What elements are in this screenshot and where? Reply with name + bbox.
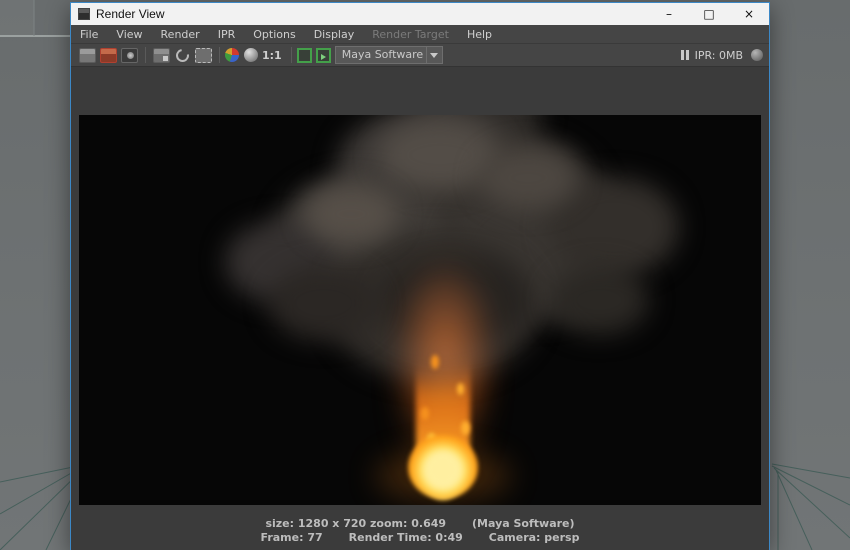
menu-display[interactable]: Display [305,25,364,44]
renderer-dropdown[interactable]: Maya Software [334,46,443,64]
render-status-bar: size: 1280 x 720 zoom: 0.649 (Maya Softw… [71,517,769,544]
toolbar: 1:1 Maya Software IPR: 0MB [71,44,769,67]
toolbar-separator [145,47,146,63]
menu-view[interactable]: View [107,25,151,44]
menu-bar: File View Render IPR Options Display Ren… [71,25,769,44]
refresh-ipr-icon[interactable] [173,45,192,65]
status-size-zoom: size: 1280 x 720 zoom: 0.649 [265,517,447,530]
menu-render-target: Render Target [372,27,449,41]
remove-image-icon[interactable] [315,47,331,63]
close-button[interactable]: × [729,3,769,25]
ipr-render-icon[interactable] [153,47,170,63]
title-bar[interactable]: Render View – □ × [71,3,769,25]
ipr-status-ball-icon [751,49,763,61]
window-title: Render View [96,7,165,21]
ipr-region-icon[interactable] [195,47,212,63]
snapshot-camera-icon[interactable] [121,47,138,63]
minimize-button[interactable]: – [649,3,689,25]
status-render-time: Render Time: 0:49 [348,531,463,544]
menu-ipr[interactable]: IPR [209,25,245,44]
app-icon [78,8,90,20]
status-frame: Frame: 77 [260,531,323,544]
render-work-area: size: 1280 x 720 zoom: 0.649 (Maya Softw… [71,115,769,550]
toolbar-separator [290,47,292,63]
status-camera: Camera: persp [488,531,580,544]
render-current-frame-icon[interactable] [79,47,96,63]
chevron-down-icon[interactable] [426,46,443,64]
real-size-button[interactable]: 1:1 [262,49,282,62]
status-renderer: (Maya Software) [472,517,575,530]
renderer-dropdown-value[interactable]: Maya Software [334,46,427,64]
menu-options[interactable]: Options [244,25,304,44]
rgb-channels-icon[interactable] [225,48,239,62]
redo-previous-render-icon[interactable] [100,47,117,63]
keep-image-icon[interactable] [296,47,312,63]
menu-help[interactable]: Help [458,25,501,44]
menu-file[interactable]: File [71,25,107,44]
rendered-fire-smoke-image[interactable] [79,115,761,505]
menu-render[interactable]: Render [152,25,209,44]
render-view-window: Render View – □ × File View Render IPR O… [70,2,770,550]
ipr-memory-status: IPR: 0MB [694,48,743,62]
toolbar-separator [219,47,220,63]
pause-ipr-icon[interactable] [680,50,689,60]
maximize-button[interactable]: □ [689,3,729,25]
alpha-channel-icon[interactable] [244,48,258,62]
